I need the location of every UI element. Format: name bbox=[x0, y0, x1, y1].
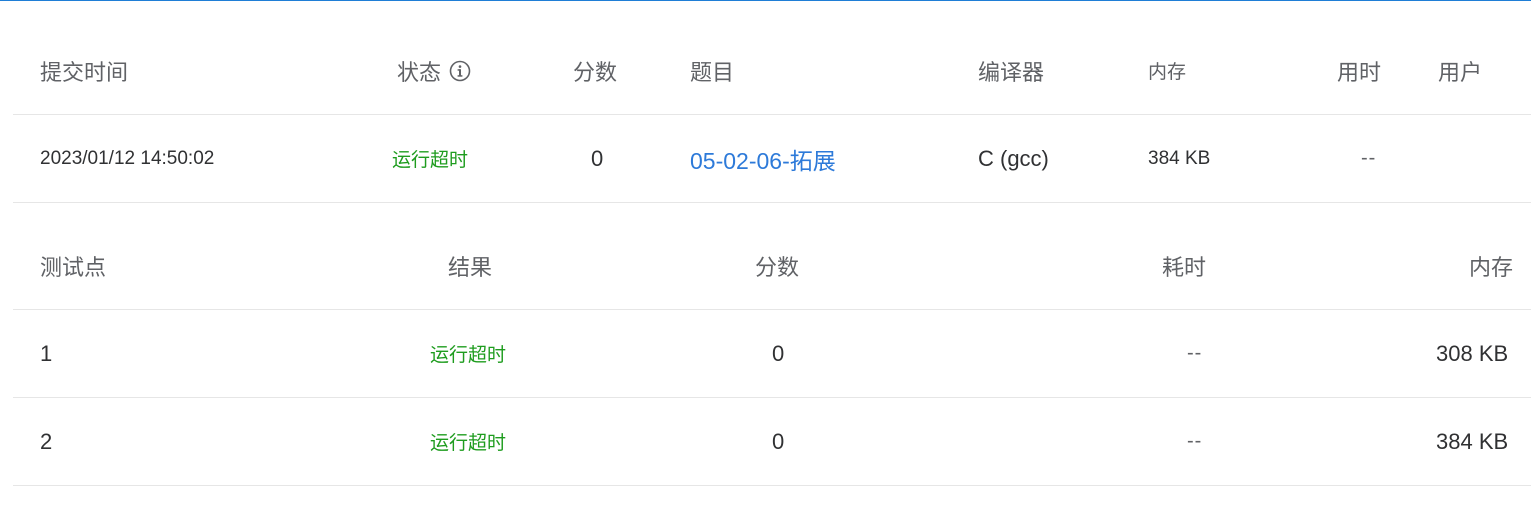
table-row: 2 运行超时 0 -- 384 KB bbox=[13, 398, 1531, 486]
header-compiler: 编译器 bbox=[978, 59, 1045, 85]
result-badge: 运行超时 bbox=[430, 433, 507, 454]
header-time-used: 用时 bbox=[1337, 59, 1382, 85]
header-problem: 题目 bbox=[690, 59, 735, 85]
testcase-time: -- bbox=[1187, 430, 1203, 452]
compiler-value: C (gcc) bbox=[978, 145, 1049, 171]
testcase-memory: 308 KB bbox=[1436, 340, 1509, 366]
header-tc-score: 分数 bbox=[755, 255, 800, 280]
header-score: 分数 bbox=[573, 59, 618, 85]
problem-link[interactable]: 05-02-06-拓展 bbox=[690, 115, 836, 202]
result-badge: 运行超时 bbox=[430, 345, 507, 366]
testcase-score: 0 bbox=[772, 428, 785, 454]
time-used-value: -- bbox=[1361, 147, 1377, 169]
top-accent-line bbox=[0, 0, 1531, 1]
header-status-label: 状态 bbox=[397, 59, 442, 85]
header-submit-time: 提交时间 bbox=[40, 59, 129, 85]
testcase-score: 0 bbox=[772, 340, 785, 366]
header-user: 用户 bbox=[1438, 59, 1483, 85]
testcase-id: 1 bbox=[40, 340, 53, 366]
submission-table-header: 提交时间 状态 分数 题目 编译器 内存 用时 用户 bbox=[13, 27, 1531, 115]
header-memory: 内存 bbox=[1148, 62, 1187, 83]
header-result: 结果 bbox=[448, 255, 493, 280]
table-row: 1 运行超时 0 -- 308 KB bbox=[13, 310, 1531, 398]
status-badge: 运行超时 bbox=[392, 150, 469, 171]
score-value: 0 bbox=[591, 145, 604, 171]
header-tc-memory: 内存 bbox=[1469, 255, 1514, 280]
header-testcase: 测试点 bbox=[40, 255, 107, 280]
submit-time: 2023/01/12 14:50:02 bbox=[40, 147, 215, 169]
info-circle-icon[interactable] bbox=[449, 60, 471, 82]
submission-row: 2023/01/12 14:50:02 运行超时 0 05-02-06-拓展 C… bbox=[13, 115, 1531, 203]
testcase-memory: 384 KB bbox=[1436, 428, 1509, 454]
testcase-table-header: 测试点 结果 分数 耗时 内存 bbox=[13, 223, 1531, 310]
header-status: 状态 bbox=[397, 27, 471, 114]
testcase-id: 2 bbox=[40, 428, 53, 454]
header-tc-time: 耗时 bbox=[1162, 255, 1207, 280]
testcase-time: -- bbox=[1187, 342, 1203, 364]
memory-value: 384 KB bbox=[1148, 147, 1211, 169]
